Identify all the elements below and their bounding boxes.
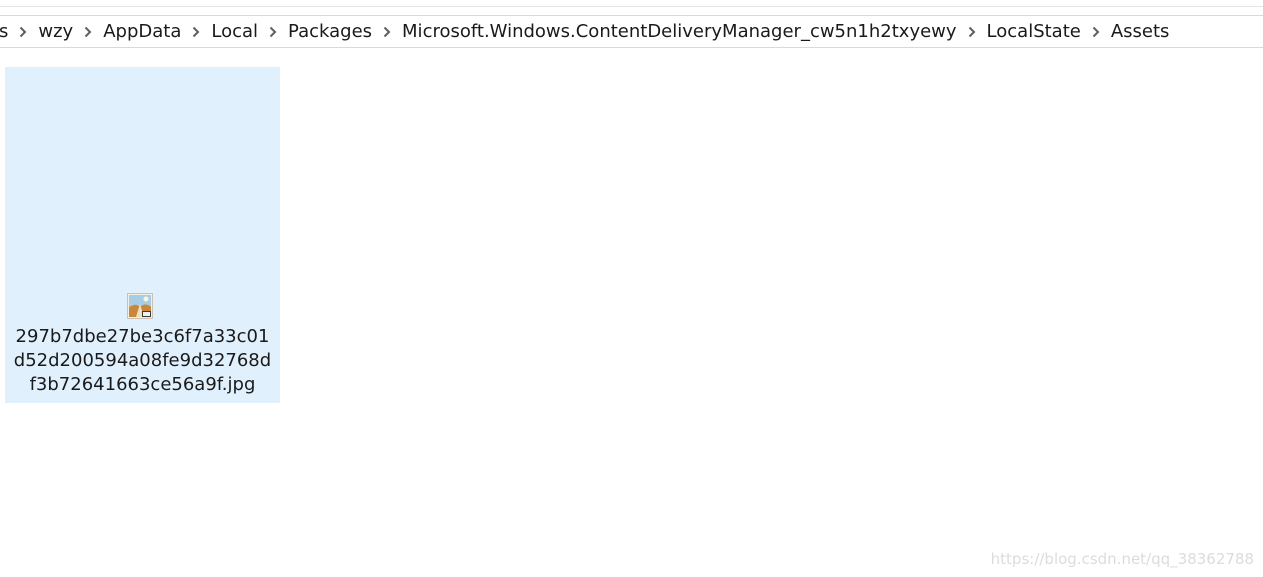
breadcrumb-item-contentdeliverymanager[interactable]: Microsoft.Windows.ContentDeliveryManager… [400, 16, 959, 47]
breadcrumb-item-local[interactable]: Local [209, 16, 260, 47]
chevron-right-icon[interactable] [374, 16, 400, 47]
watermark: https://blog.csdn.net/qq_38362788 [990, 550, 1254, 568]
chevron-right-icon[interactable] [10, 16, 36, 47]
chevron-right-icon[interactable] [75, 16, 101, 47]
breadcrumb-item-users[interactable]: s [0, 16, 10, 47]
top-divider [0, 6, 1263, 7]
breadcrumb-item-localstate[interactable]: LocalState [985, 16, 1083, 47]
chevron-right-icon[interactable] [959, 16, 985, 47]
file-name-label: 297b7dbe27be3c6f7a33c01 d52d200594a08fe9… [11, 325, 274, 397]
jpg-image-thumbnail-icon [127, 293, 153, 319]
breadcrumb-item-assets[interactable]: Assets [1109, 16, 1172, 47]
breadcrumb-item-wzy[interactable]: wzy [36, 16, 75, 47]
chevron-right-icon[interactable] [260, 16, 286, 47]
address-bar[interactable]: s wzy AppData Local Packages Microsoft.W… [0, 15, 1263, 48]
breadcrumb-item-appdata[interactable]: AppData [101, 16, 183, 47]
file-name-line: 297b7dbe27be3c6f7a33c01 [15, 326, 270, 347]
file-item-selected[interactable]: 297b7dbe27be3c6f7a33c01 d52d200594a08fe9… [5, 67, 280, 403]
file-name-line: f3b72641663ce56a9f.jpg [29, 374, 256, 395]
chevron-right-icon[interactable] [183, 16, 209, 47]
file-name-line: d52d200594a08fe9d32768d [13, 350, 272, 371]
breadcrumb: s wzy AppData Local Packages Microsoft.W… [0, 16, 1171, 47]
chevron-right-icon[interactable] [1083, 16, 1109, 47]
breadcrumb-item-packages[interactable]: Packages [286, 16, 374, 47]
